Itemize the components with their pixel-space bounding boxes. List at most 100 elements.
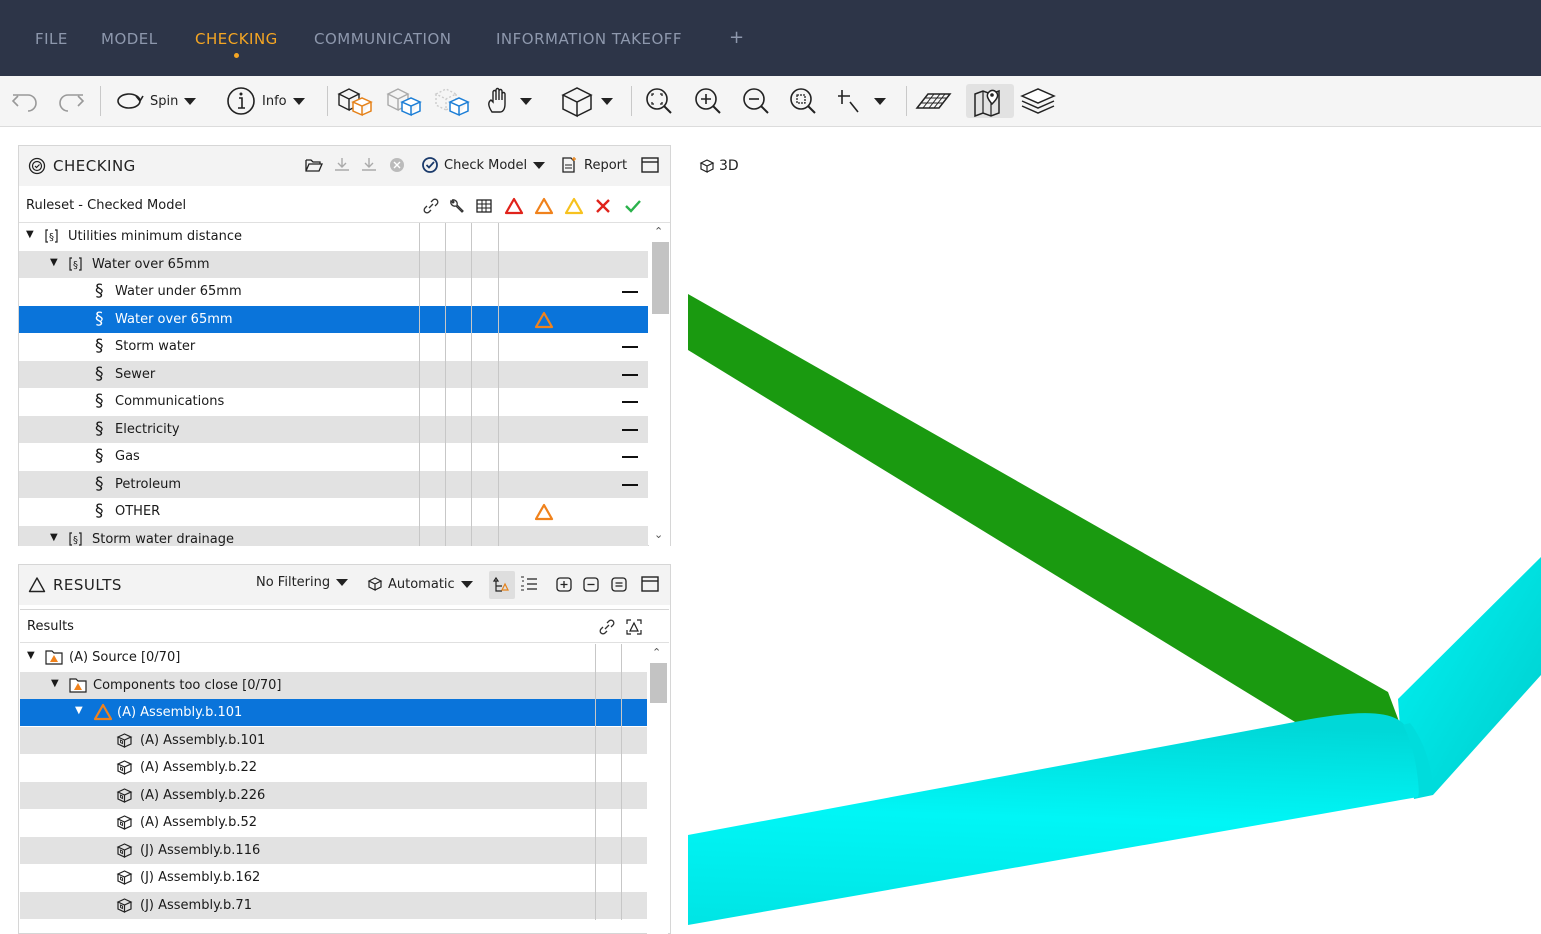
ruleset-row[interactable]: § Gas xyxy=(19,443,648,471)
hide-button[interactable] xyxy=(432,84,472,118)
ghost-button[interactable] xyxy=(384,84,424,118)
result-row[interactable]: (J) Assembly.b.71 xyxy=(20,891,647,920)
rejected-icon[interactable] xyxy=(594,197,612,215)
scroll-thumb[interactable] xyxy=(652,242,669,314)
ruleset-row[interactable]: § Water over 65mm xyxy=(19,305,648,334)
wrench-icon[interactable] xyxy=(448,197,466,215)
menu-checking[interactable]: CHECKING xyxy=(195,30,278,48)
camera-view-icon[interactable] xyxy=(624,617,644,637)
isolate-button[interactable] xyxy=(335,84,375,118)
filter-dropdown[interactable]: No Filtering xyxy=(256,575,349,590)
result-row[interactable]: (A) Assembly.b.52 xyxy=(20,809,647,837)
chevron-down-icon xyxy=(533,161,546,169)
result-row[interactable]: ▼ (A) Source [0/70] xyxy=(20,644,647,672)
moderate-warning-icon[interactable] xyxy=(534,310,554,330)
low-warning-icon[interactable] xyxy=(564,196,584,216)
checking-panel-header: CHECKING Check Model Report xyxy=(19,146,670,186)
scroll-down-icon[interactable]: ⌄ xyxy=(654,528,663,541)
accepted-icon[interactable] xyxy=(623,197,643,215)
info-dropdown[interactable]: Info xyxy=(224,84,305,118)
mode-dropdown[interactable]: Automatic xyxy=(366,575,473,593)
filter-label: No Filtering xyxy=(256,575,331,590)
menu-model[interactable]: MODEL xyxy=(101,30,158,48)
expand-toggle-icon[interactable]: ▼ xyxy=(27,650,35,661)
zoom-out-button[interactable] xyxy=(740,84,772,118)
remove-ruleset-button[interactable] xyxy=(387,156,407,174)
scroll-up-icon[interactable]: ⌃ xyxy=(654,225,663,238)
spin-dropdown[interactable]: Spin xyxy=(112,84,197,118)
report-button[interactable]: Report xyxy=(560,156,627,174)
results-scrollbar[interactable]: ⌃ xyxy=(647,644,668,934)
ruleset-row[interactable]: § Communications xyxy=(19,388,648,416)
result-row[interactable]: (A) Assembly.b.22 xyxy=(20,754,647,782)
map-button[interactable] xyxy=(966,84,1014,118)
result-row[interactable]: (A) Assembly.b.101 xyxy=(20,726,647,755)
ruleset-row[interactable]: ▼ § Utilities minimum distance xyxy=(19,223,648,251)
zoom-selected-button[interactable] xyxy=(787,84,819,118)
menu-communication[interactable]: COMMUNICATION xyxy=(314,30,451,48)
expand-toggle-icon[interactable]: ▼ xyxy=(50,532,58,543)
folder-open-icon xyxy=(305,159,323,172)
menu-file[interactable]: FILE xyxy=(35,30,68,48)
maximize-button[interactable] xyxy=(640,156,660,174)
layers-button[interactable] xyxy=(1018,84,1058,118)
zoom-extents-button[interactable] xyxy=(643,84,675,118)
link-icon[interactable] xyxy=(598,618,616,636)
export-button[interactable] xyxy=(359,156,379,174)
collapse-level-button[interactable] xyxy=(609,575,629,593)
undo-button[interactable] xyxy=(8,84,42,118)
ruleset-row[interactable]: § Storm water xyxy=(19,333,648,361)
3d-viewport[interactable]: 3D xyxy=(688,127,1541,925)
ruleset-row[interactable]: ▼ § Water over 65mm xyxy=(19,250,648,279)
zoom-in-button[interactable] xyxy=(692,84,724,118)
result-row[interactable]: ▼ Components too close [0/70] xyxy=(20,671,647,700)
moderate-warning-icon[interactable] xyxy=(534,502,554,522)
ruleset-row[interactable]: ▼ § Storm water drainage xyxy=(19,525,648,546)
ruleset-row[interactable]: § Electricity xyxy=(19,415,648,444)
critical-warning-icon[interactable] xyxy=(504,196,524,216)
cyan-pipe-main[interactable] xyxy=(688,713,1420,925)
moderate-warning-icon[interactable] xyxy=(534,196,554,216)
result-row[interactable]: ▼ (A) Assembly.b.101 xyxy=(20,699,647,727)
result-row[interactable]: (J) Assembly.b.162 xyxy=(20,864,647,892)
add-tab-button[interactable]: + xyxy=(729,27,745,48)
ruleset-row[interactable]: § Sewer xyxy=(19,360,648,389)
list-view-toggle[interactable] xyxy=(519,575,539,593)
import-button[interactable] xyxy=(332,156,352,174)
result-row[interactable]: (A) Assembly.b.226 xyxy=(20,781,647,810)
scroll-thumb[interactable] xyxy=(650,663,667,703)
select-dropdown[interactable] xyxy=(836,84,886,118)
pipe-model[interactable] xyxy=(688,127,1541,925)
link-icon[interactable] xyxy=(422,197,440,215)
scroll-up-icon[interactable]: ⌃ xyxy=(652,646,661,659)
open-ruleset-button[interactable] xyxy=(304,156,324,174)
view-cube-dropdown[interactable] xyxy=(559,84,613,118)
table-icon[interactable] xyxy=(475,197,493,215)
hand-dropdown[interactable] xyxy=(484,84,532,118)
rule-label: Water under 65mm xyxy=(115,284,242,299)
map-pin-icon xyxy=(974,89,1000,118)
expand-toggle-icon[interactable]: ▼ xyxy=(75,705,83,716)
menu-information-takeoff[interactable]: INFORMATION TAKEOFF xyxy=(496,30,682,48)
no-issues-dash xyxy=(622,346,638,348)
component-icon xyxy=(116,787,133,803)
results-maximize-button[interactable] xyxy=(640,575,660,593)
rule-section-icon: § xyxy=(95,418,104,439)
expand-all-button[interactable] xyxy=(554,575,574,593)
results-panel-header: RESULTS No Filtering Automatic xyxy=(19,565,670,605)
expand-toggle-icon[interactable]: ▼ xyxy=(51,678,59,689)
tree-view-toggle[interactable] xyxy=(489,571,515,599)
expand-toggle-icon[interactable]: ▼ xyxy=(26,229,34,240)
check-model-dropdown[interactable]: Check Model xyxy=(421,156,546,174)
ruleset-row[interactable]: § Petroleum xyxy=(19,470,648,499)
redo-button[interactable] xyxy=(54,84,88,118)
green-pipe[interactable] xyxy=(688,294,1400,725)
spin-icon xyxy=(117,93,144,109)
collapse-all-button[interactable] xyxy=(581,575,601,593)
expand-toggle-icon[interactable]: ▼ xyxy=(50,257,58,268)
result-row[interactable]: (J) Assembly.b.116 xyxy=(20,836,647,865)
surface-button[interactable] xyxy=(914,84,952,118)
ruleset-row[interactable]: § Water under 65mm xyxy=(19,278,648,306)
checking-scrollbar[interactable]: ⌃ ⌄ xyxy=(649,223,670,546)
ruleset-row[interactable]: § OTHER xyxy=(19,498,648,526)
